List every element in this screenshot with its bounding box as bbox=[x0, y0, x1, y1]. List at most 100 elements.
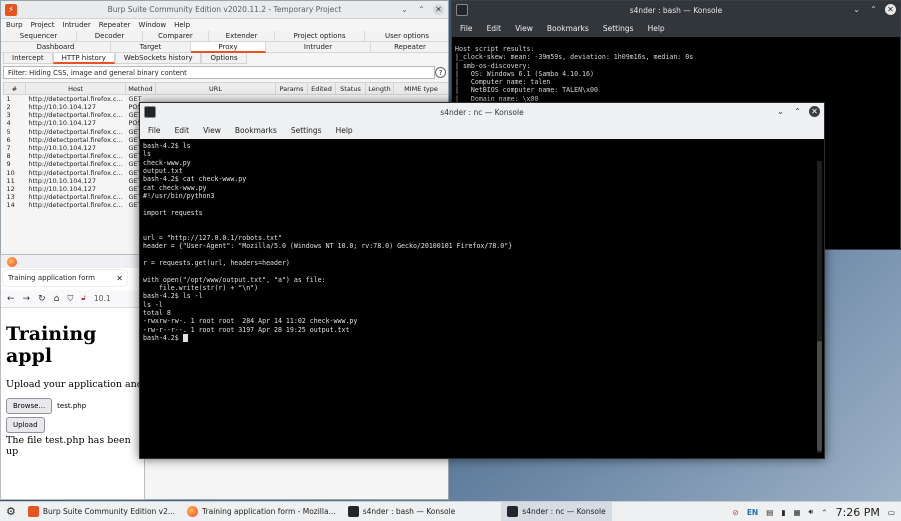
task-konsole-nc[interactable]: s4nder : nc — Konsole bbox=[501, 501, 612, 521]
upload-button[interactable]: Upload bbox=[6, 417, 45, 433]
tab-sequencer[interactable]: Sequencer bbox=[1, 31, 77, 42]
close-icon[interactable]: ✕ bbox=[809, 106, 820, 117]
menu-file[interactable]: File bbox=[460, 24, 473, 33]
menu-edit[interactable]: Edit bbox=[175, 126, 190, 135]
subtab-intercept[interactable]: Intercept bbox=[3, 53, 53, 64]
calendar-icon[interactable]: ▦ bbox=[793, 508, 800, 517]
task-konsole-bash[interactable]: s4nder : bash — Konsole bbox=[342, 502, 462, 521]
burp-titlebar[interactable]: ⚡ Burp Suite Community Edition v2020.11.… bbox=[1, 1, 448, 19]
browse-button[interactable]: Browse... bbox=[6, 398, 53, 414]
menu-bookmarks[interactable]: Bookmarks bbox=[235, 126, 277, 135]
browser-window[interactable]: Training application form ✕ ← → ↻ ⌂ ⛉ 🔓︎… bbox=[0, 254, 145, 500]
terminal-prompt-line: bash-4.2$ bbox=[143, 333, 821, 343]
browser-tab[interactable]: Training application form ✕ bbox=[3, 270, 127, 286]
terminal-line: | NetBIOS computer name: TALEN\x00 bbox=[455, 86, 598, 95]
col-header-host[interactable]: Host bbox=[25, 82, 126, 95]
maximize-icon[interactable]: ⌃ bbox=[792, 106, 803, 117]
menu-help[interactable]: Help bbox=[648, 24, 665, 33]
terminal-line: header = {"User-Agent": "Mozilla/5.0 (Wi… bbox=[143, 242, 513, 251]
filter-bar[interactable]: Filter: Hiding CSS, image and general bi… bbox=[3, 66, 446, 79]
tab-intruder[interactable]: Intruder bbox=[266, 42, 371, 53]
subtab-http-history[interactable]: HTTP history bbox=[52, 53, 115, 64]
back-icon[interactable]: ← bbox=[7, 294, 15, 304]
scrollbar-thumb[interactable] bbox=[817, 341, 822, 451]
task-burp[interactable]: Burp Suite Community Edition v2... bbox=[22, 502, 181, 521]
minimize-icon[interactable]: ⌄ bbox=[851, 4, 862, 15]
clock[interactable]: 7:26 PM bbox=[836, 506, 880, 519]
app-launcher[interactable]: ⚙ bbox=[0, 502, 22, 521]
menu-file[interactable]: File bbox=[148, 126, 161, 135]
col-header-url[interactable]: URL bbox=[155, 82, 276, 95]
forward-icon[interactable]: → bbox=[23, 294, 31, 304]
menu-edit[interactable]: Edit bbox=[487, 24, 502, 33]
terminal-line: ls bbox=[143, 150, 151, 159]
col-header-edited[interactable]: Edited bbox=[307, 82, 336, 95]
konsole-bash-menubar: File Edit View Bookmarks Settings Help bbox=[452, 19, 900, 37]
url-bar[interactable]: 10.1 bbox=[94, 294, 111, 303]
home-icon[interactable]: ⌂ bbox=[54, 294, 60, 304]
menu-view[interactable]: View bbox=[203, 126, 221, 135]
menu-window[interactable]: Window bbox=[139, 21, 167, 29]
col-header-number[interactable]: # bbox=[3, 82, 26, 95]
network-icon[interactable]: ⊘ bbox=[733, 508, 739, 517]
col-header-length[interactable]: Length bbox=[365, 82, 394, 95]
col-header-method[interactable]: Method bbox=[125, 82, 156, 95]
minimize-icon[interactable]: ⌄ bbox=[775, 106, 786, 117]
tab-decoder[interactable]: Decoder bbox=[77, 31, 143, 42]
menu-project[interactable]: Project bbox=[31, 21, 55, 29]
maximize-icon[interactable]: ⌃ bbox=[416, 4, 427, 15]
col-header-mime-type[interactable]: MIME type bbox=[393, 82, 448, 95]
tab-comparer[interactable]: Comparer bbox=[143, 31, 209, 42]
tab-target[interactable]: Target bbox=[111, 42, 191, 53]
terminal-prompt: bash-4.2$ bbox=[143, 333, 183, 342]
minimize-icon[interactable]: ⌄ bbox=[399, 4, 410, 15]
tab-dashboard[interactable]: Dashboard bbox=[1, 42, 111, 53]
col-header-status[interactable]: Status bbox=[335, 82, 366, 95]
table-cell: 7 bbox=[6, 144, 11, 153]
battery-icon[interactable]: ▮ bbox=[781, 508, 785, 517]
browser-titlebar[interactable] bbox=[1, 255, 144, 268]
close-tab-icon[interactable]: ✕ bbox=[116, 274, 123, 283]
tab-repeater[interactable]: Repeater bbox=[371, 42, 448, 53]
tab-project-options[interactable]: Project options bbox=[275, 31, 365, 42]
konsole-nc-titlebar[interactable]: s4nder : nc — Konsole ⌄ ⌃ ✕ bbox=[140, 103, 824, 121]
table-cell: 3 bbox=[6, 111, 11, 120]
maximize-icon[interactable]: ⌃ bbox=[868, 4, 879, 15]
terminal-output[interactable]: Host script results: |_clock-skew: mean: … bbox=[452, 37, 900, 103]
konsole-nc-window[interactable]: s4nder : nc — Konsole ⌄ ⌃ ✕ File Edit Vi… bbox=[139, 102, 825, 459]
close-icon[interactable]: ✕ bbox=[433, 4, 444, 15]
terminal-output[interactable]: bash-4.2$ ls ls check-www.py output.txt bash… bbox=[140, 139, 824, 343]
subtab-websockets-history[interactable]: WebSockets history bbox=[114, 53, 202, 64]
menu-burp[interactable]: Burp bbox=[6, 21, 23, 29]
col-header-params[interactable]: Params bbox=[275, 82, 308, 95]
show-desktop-icon[interactable]: ▭ bbox=[888, 508, 895, 517]
terminal-line: file.write(str(r) + "\n") bbox=[143, 283, 259, 292]
konsole-bash-titlebar[interactable]: s4nder : bash — Konsole ⌄ ⌃ ✕ bbox=[452, 1, 900, 19]
tray-expand-icon[interactable]: ⌃ bbox=[821, 508, 827, 517]
menu-help[interactable]: Help bbox=[174, 21, 190, 29]
menu-settings[interactable]: Settings bbox=[291, 126, 322, 135]
shield-icon[interactable]: ⛉ bbox=[67, 294, 73, 304]
menu-settings[interactable]: Settings bbox=[603, 24, 634, 33]
tab-user-options[interactable]: User options bbox=[365, 31, 448, 42]
task-label: Burp Suite Community Edition v2... bbox=[42, 507, 176, 516]
tab-extender[interactable]: Extender bbox=[209, 31, 275, 42]
clipboard-icon[interactable]: ▤ bbox=[766, 508, 773, 517]
tab-proxy[interactable]: Proxy bbox=[191, 42, 266, 53]
close-icon[interactable]: ✕ bbox=[885, 4, 896, 15]
menu-repeater[interactable]: Repeater bbox=[99, 21, 131, 29]
keyboard-layout[interactable]: EN bbox=[747, 508, 758, 517]
menu-intruder[interactable]: Intruder bbox=[63, 21, 91, 29]
menu-bookmarks[interactable]: Bookmarks bbox=[547, 24, 589, 33]
table-cell: http://detectportal.firefox.c... bbox=[28, 160, 123, 169]
lock-icon[interactable]: 🔓︎ bbox=[81, 294, 86, 303]
terminal-scrollbar[interactable] bbox=[817, 161, 822, 453]
task-firefox[interactable]: Training application form - Mozilla... bbox=[181, 502, 342, 521]
help-icon[interactable]: ? bbox=[435, 67, 446, 78]
volume-icon[interactable]: 🔊︎ bbox=[809, 507, 814, 517]
subtab-options[interactable]: Options bbox=[201, 53, 247, 64]
reload-icon[interactable]: ↻ bbox=[38, 294, 46, 304]
menu-view[interactable]: View bbox=[515, 24, 533, 33]
menu-help[interactable]: Help bbox=[336, 126, 353, 135]
terminal-line: ​ bbox=[143, 267, 821, 275]
